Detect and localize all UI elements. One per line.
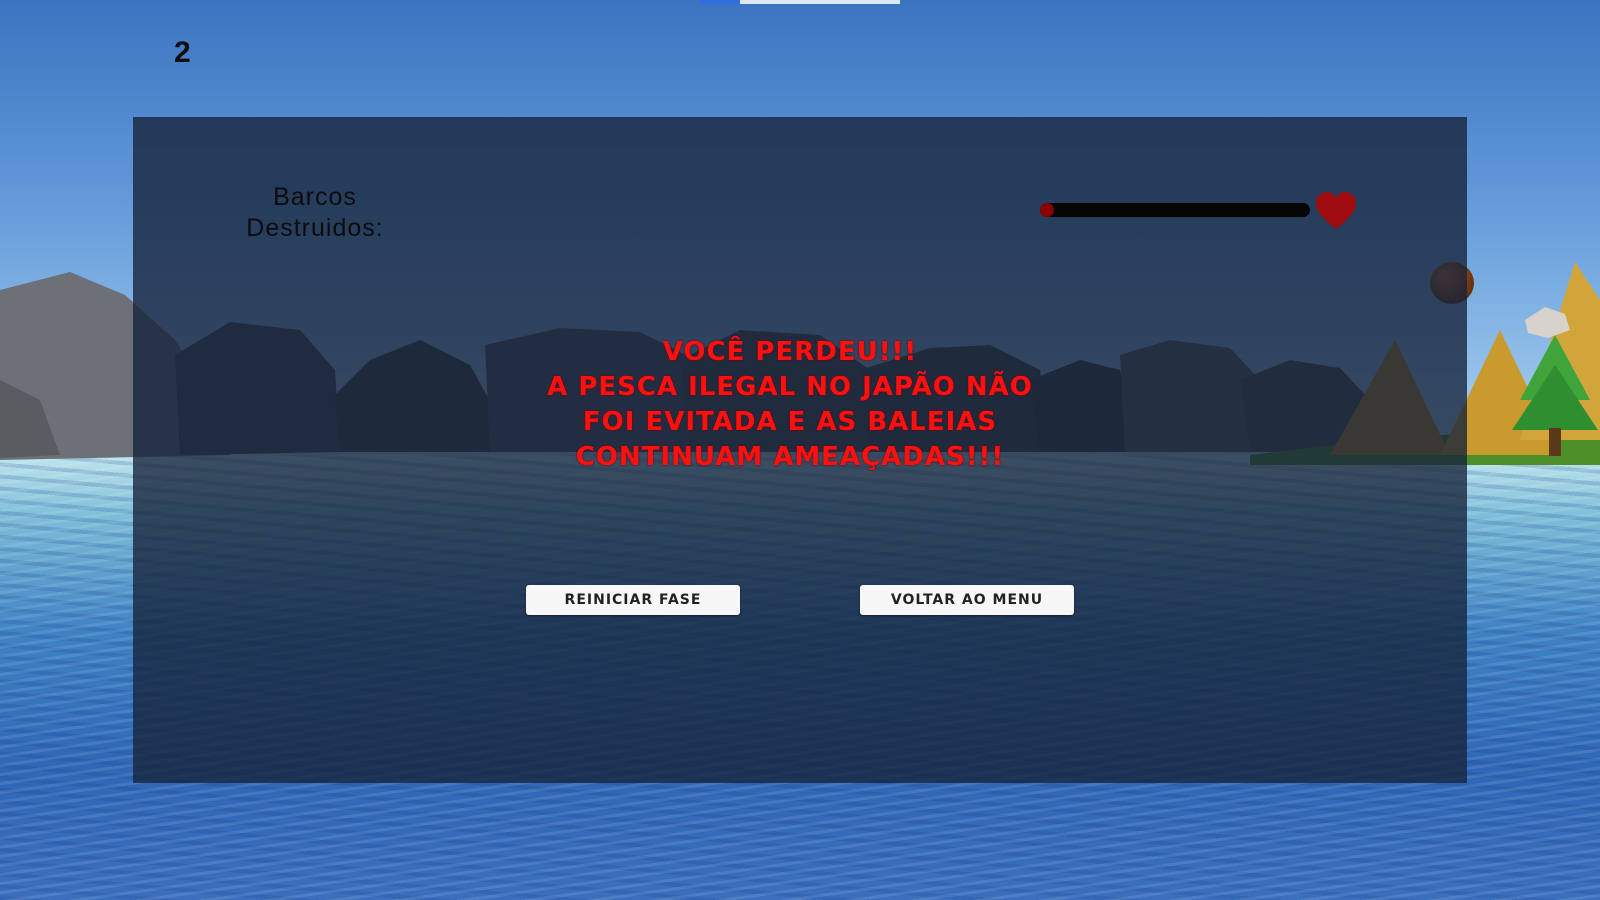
health-bar-fill [1040, 203, 1054, 217]
top-loading-strip-accent [700, 0, 740, 4]
game-over-title: VOCÊ PERDEU!!! [662, 337, 918, 367]
score-counter: 2 [174, 36, 191, 69]
restart-level-button[interactable]: REINICIAR FASE [526, 585, 740, 615]
tree-trunk [1549, 428, 1561, 456]
game-over-line: CONTINUAM AMEAÇADAS!!! [575, 442, 1005, 472]
boats-destroyed-label: Barcos Destruidos: [246, 183, 384, 242]
game-over-line: FOI EVITADA E AS BALEIAS [582, 407, 998, 437]
game-over-message: VOCÊ PERDEU!!! A PESCA ILEGAL NO JAPÃO N… [500, 335, 1080, 475]
game-over-line: A PESCA ILEGAL NO JAPÃO NÃO [547, 372, 1033, 402]
health-bar [1040, 203, 1310, 217]
back-to-menu-button[interactable]: VOLTAR AO MENU [860, 585, 1074, 615]
heart-icon [1316, 192, 1356, 229]
